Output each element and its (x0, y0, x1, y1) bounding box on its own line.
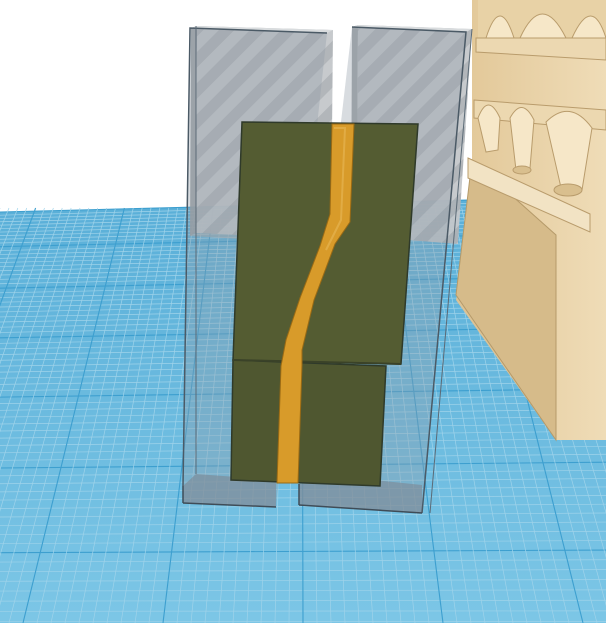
castle-upper-arches (475, 0, 606, 61)
scene-canvas[interactable] (0, 0, 606, 623)
workspace-3d-view[interactable] (0, 0, 606, 623)
